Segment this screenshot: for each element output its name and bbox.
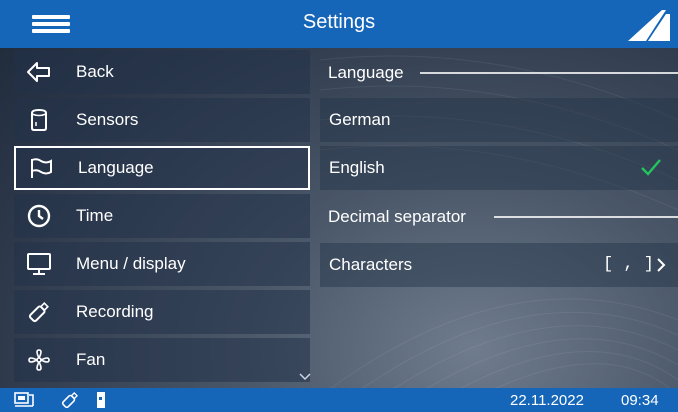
monitor-icon — [14, 242, 64, 286]
sidebar-item-back[interactable]: Back — [14, 50, 310, 94]
sidebar-item-sensors[interactable]: Sensors — [14, 98, 310, 142]
sensor-icon — [14, 98, 64, 142]
checkmark-icon — [641, 159, 661, 176]
sidebar-item-time[interactable]: Time — [14, 194, 310, 238]
clock-icon — [14, 194, 64, 238]
sidebar-item-label: Menu / display — [76, 254, 186, 273]
sd-card-icon — [97, 392, 105, 408]
decimal-separator-value: [ , ] — [602, 255, 654, 274]
decimal-characters-row[interactable]: Characters [ , ] — [320, 243, 678, 287]
status-time: 09:34 — [621, 392, 659, 409]
usb-stick-icon — [14, 290, 64, 334]
computer-icon — [14, 392, 34, 407]
chevron-right-icon — [657, 257, 666, 272]
sidebar-item-label: Fan — [76, 350, 106, 369]
title-bar: Settings — [0, 0, 678, 48]
sidebar-item-label: Back — [76, 62, 114, 81]
language-section-heading: Language — [328, 63, 404, 82]
fan-icon — [14, 338, 64, 382]
sidebar-item-label: Time — [76, 206, 114, 225]
sidebar: Back Sensors Language Time Menu / displa… — [12, 50, 312, 386]
sidebar-item-menu-display[interactable]: Menu / display — [14, 242, 310, 286]
brand-logo — [628, 10, 670, 41]
flag-icon — [16, 146, 66, 190]
chevron-down-icon[interactable] — [298, 372, 312, 382]
sidebar-item-label: Sensors — [76, 110, 139, 129]
sidebar-item-label: Recording — [76, 302, 154, 321]
usb-stick-icon — [61, 392, 78, 409]
section-divider — [420, 72, 678, 74]
settings-screen: Settings Back Sensors Language Time Menu… — [0, 0, 678, 412]
language-option-german[interactable]: German — [320, 98, 678, 142]
row-label: Characters — [329, 255, 413, 274]
decimal-section-heading: Decimal separator — [328, 207, 466, 226]
sidebar-item-label: Language — [78, 158, 154, 177]
language-option-english[interactable]: English — [320, 146, 678, 190]
sidebar-item-fan[interactable]: Fan — [14, 338, 310, 382]
option-label: German — [329, 110, 391, 129]
sidebar-item-language[interactable]: Language — [14, 146, 310, 190]
page-title: Settings — [302, 11, 376, 33]
status-date: 22.11.2022 — [510, 392, 584, 409]
back-arrow-icon — [14, 50, 64, 94]
sidebar-item-recording[interactable]: Recording — [14, 290, 310, 334]
section-divider — [494, 216, 678, 218]
status-bar: 22.11.2022 09:34 — [0, 388, 678, 412]
option-label: English — [329, 158, 385, 177]
